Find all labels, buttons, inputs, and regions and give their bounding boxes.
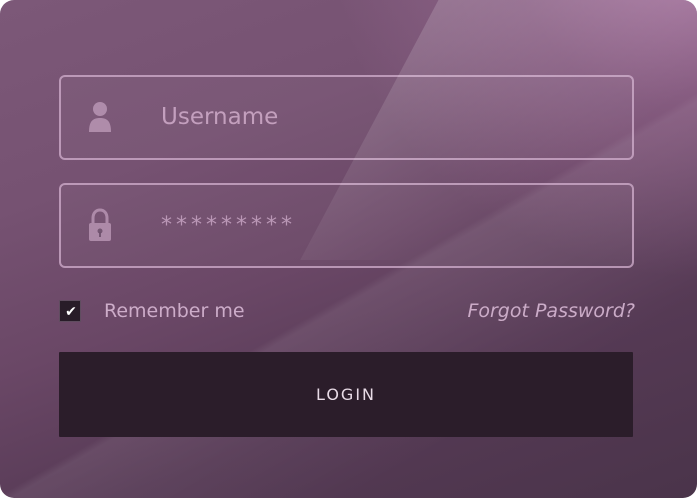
check-icon: ✔ bbox=[65, 304, 77, 320]
login-button[interactable]: LOGIN bbox=[59, 352, 633, 437]
user-icon bbox=[87, 99, 113, 137]
password-value: ********* bbox=[161, 213, 296, 238]
username-placeholder: Username bbox=[161, 104, 279, 130]
username-field[interactable]: Username bbox=[59, 75, 634, 160]
remember-me-checkbox[interactable]: ✔ bbox=[59, 300, 81, 322]
lock-icon bbox=[87, 207, 113, 245]
password-field[interactable]: ********* bbox=[59, 183, 634, 268]
login-card: Username ********* ✔ Remember me Forgot … bbox=[0, 0, 697, 498]
remember-me-label[interactable]: Remember me bbox=[104, 296, 245, 326]
forgot-password-link[interactable]: Forgot Password? bbox=[467, 296, 635, 326]
